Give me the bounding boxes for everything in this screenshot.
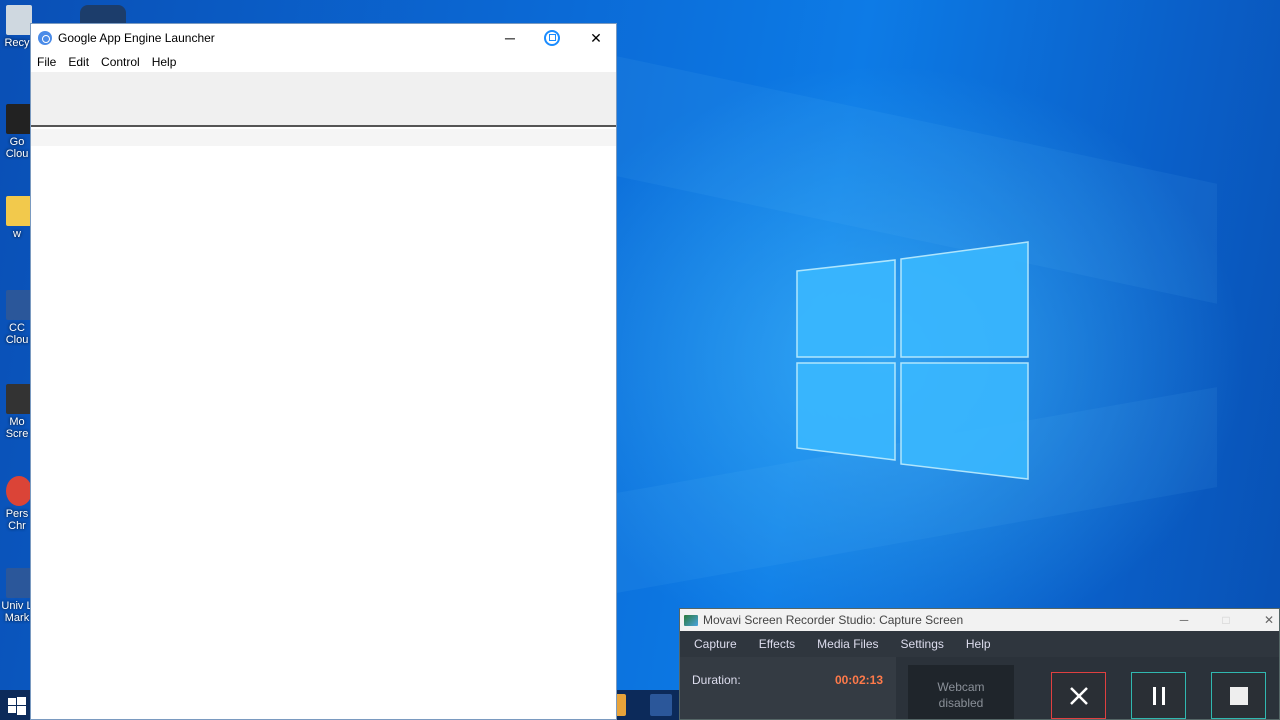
desktop-icon-recycle-bin[interactable]: Recy [0, 5, 34, 49]
desktop-icon-partial[interactable] [80, 5, 126, 25]
desktop-icon-movavi[interactable]: Mo Scre [0, 384, 34, 440]
word-icon [6, 290, 32, 320]
close-button[interactable]: ✕ [574, 24, 618, 52]
windows-start-icon[interactable] [8, 697, 26, 715]
list-header [31, 129, 616, 146]
movavi-maximize-button[interactable]: □ [1206, 609, 1246, 631]
webcam-status-line2: disabled [938, 696, 984, 710]
recycle-bin-icon [6, 5, 32, 35]
movavi-window-title: Movavi Screen Recorder Studio: Capture S… [703, 613, 964, 627]
maximize-button[interactable] [530, 24, 574, 52]
windows-logo [796, 241, 1029, 480]
desktop-icon-word-univ[interactable]: Univ L Mark [0, 568, 34, 624]
movavi-menu-effects[interactable]: Effects [748, 637, 806, 651]
duration-label: Duration: [692, 673, 741, 687]
terminal-icon [6, 104, 32, 134]
movavi-menubar: Capture Effects Media Files Settings Hel… [680, 631, 1279, 657]
movavi-icon [6, 384, 32, 414]
movavi-menu-help[interactable]: Help [955, 637, 1002, 651]
minimize-button[interactable]: ─ [488, 24, 532, 52]
menu-file[interactable]: File [31, 55, 62, 69]
webcam-preview[interactable]: Webcam disabled [908, 665, 1014, 719]
desktop-icon-label: Recy [4, 37, 30, 49]
app-engine-launcher-window: Google App Engine Launcher ─ ✕ File Edit… [30, 23, 617, 720]
desktop-icon-label: Mo Scre [5, 416, 29, 440]
movavi-controls: Duration: 00:02:13 Webcam disabled [680, 657, 1279, 719]
stop-recording-button[interactable] [1211, 672, 1266, 719]
window-title: Google App Engine Launcher [58, 31, 215, 45]
pause-recording-button[interactable] [1131, 672, 1186, 719]
toolbar [31, 72, 616, 127]
menu-edit[interactable]: Edit [62, 55, 95, 69]
movavi-recorder-window: Movavi Screen Recorder Studio: Capture S… [679, 608, 1280, 720]
desktop-icon-label: Go Clou [5, 136, 29, 160]
desktop-icon-gcloud[interactable]: Go Clou [0, 104, 34, 160]
word-taskbar-icon[interactable] [650, 694, 672, 716]
desktop-icon-label: w [13, 228, 21, 240]
menubar: File Edit Control Help [31, 52, 616, 72]
movavi-menu-media-files[interactable]: Media Files [806, 637, 889, 651]
movavi-app-icon [684, 614, 698, 626]
movavi-titlebar[interactable]: Movavi Screen Recorder Studio: Capture S… [680, 609, 1279, 631]
menu-help[interactable]: Help [146, 55, 183, 69]
cancel-recording-button[interactable] [1051, 672, 1106, 719]
window-titlebar[interactable]: Google App Engine Launcher ─ ✕ [31, 24, 616, 52]
movavi-close-button[interactable]: ✕ [1249, 609, 1280, 631]
desktop-icon-label: CC Clou [5, 322, 29, 346]
desktop-icon-word-cc[interactable]: CC Clou [0, 290, 34, 346]
maximize-icon [544, 30, 560, 46]
desktop-icon-label: Pers Chr [5, 508, 29, 532]
chrome-icon [6, 476, 32, 506]
pause-icon [1152, 686, 1165, 705]
duration-value: 00:02:13 [834, 673, 883, 687]
close-icon [1069, 686, 1088, 705]
folder-icon [6, 196, 32, 226]
word-icon [6, 568, 32, 598]
webcam-status-line1: Webcam [937, 680, 985, 694]
app-engine-icon [38, 31, 52, 45]
desktop-icon-chrome[interactable]: Pers Chr [0, 476, 34, 532]
application-list[interactable] [31, 146, 616, 719]
movavi-menu-capture[interactable]: Capture [683, 637, 748, 651]
movavi-minimize-button[interactable]: ─ [1164, 609, 1204, 631]
movavi-menu-settings[interactable]: Settings [890, 637, 955, 651]
stop-icon [1229, 686, 1248, 705]
desktop-icon-folder[interactable]: w [0, 196, 34, 240]
desktop-icon-label: Univ L Mark [1, 600, 33, 624]
menu-control[interactable]: Control [95, 55, 146, 69]
duration-panel: Duration: 00:02:13 [680, 657, 896, 719]
